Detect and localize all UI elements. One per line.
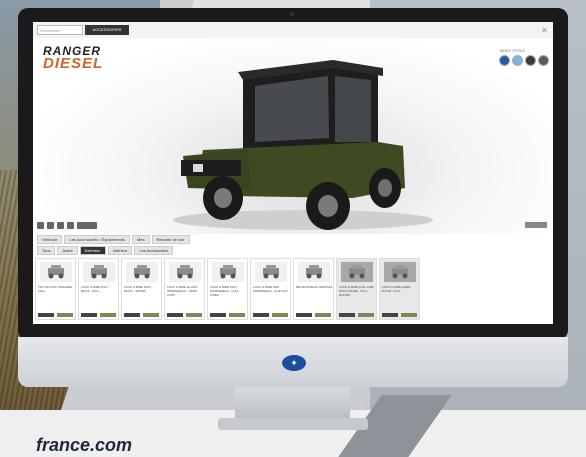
product-add-button[interactable] [401, 313, 417, 317]
top-bar: Rechercher ACCESSOIRES × [33, 22, 553, 38]
rotate-right-icon[interactable] [47, 222, 54, 229]
category-tab[interactable]: Extérieur [79, 246, 106, 255]
nav-tab[interactable]: Résumé de vue [151, 235, 190, 244]
polaris-star-icon: ✦ [282, 355, 306, 371]
search-input[interactable]: Rechercher [37, 25, 83, 35]
product-thumbnail [212, 262, 244, 282]
product-name: LOCK & RIDE PRO WINDSHIELD - FLIP OUT [253, 285, 288, 293]
product-info-button[interactable] [296, 313, 312, 317]
category-tab[interactable]: Intérieur [107, 246, 133, 255]
product-add-button[interactable] [315, 313, 331, 317]
color-swatches [499, 55, 549, 66]
product-add-button[interactable] [100, 313, 116, 317]
product-card[interactable]: RETROVISEUR CENTRAL [293, 258, 334, 320]
product-thumbnail [126, 262, 158, 282]
vehicle-illustration [173, 60, 433, 230]
product-thumbnail [298, 262, 330, 282]
nav-tab[interactable]: Mes [131, 235, 150, 244]
product-info-button[interactable] [210, 313, 226, 317]
footer-url: france.com [36, 435, 133, 455]
product-info-button[interactable] [167, 313, 183, 317]
color-swatch[interactable] [538, 55, 549, 66]
product-add-button[interactable] [186, 313, 202, 317]
zoom-icon[interactable] [57, 222, 64, 229]
monitor-foot [218, 418, 368, 430]
product-thumbnail [341, 262, 373, 282]
product-list: TOIT EN POLY RANGER - FULL LOCK & RIDE PO… [35, 258, 420, 320]
monitor-stand [235, 387, 350, 422]
product-name: TOIT EN POLY RANGER - FULL [38, 285, 74, 293]
category-tab[interactable]: Les Accessoires [134, 246, 174, 255]
rotate-left-icon[interactable] [37, 222, 44, 229]
product-card[interactable]: LOCK & RIDE GLASS WINDSHIELD - HARD COAT [164, 258, 205, 320]
product-add-button[interactable] [229, 313, 245, 317]
product-card[interactable]: LOCK & RIDE POLY WINDSHIELD - FULL FIXED [207, 258, 248, 320]
close-icon[interactable]: × [542, 25, 547, 35]
nav-tab[interactable]: Les Accessoires / Équipements [64, 235, 130, 244]
product-card[interactable]: LOCK & RIDE FULL CAB - ENCLOSURE - FULL … [336, 258, 377, 320]
brand-line2: DIESEL [43, 55, 104, 72]
color-swatch[interactable] [525, 55, 536, 66]
product-add-button[interactable] [57, 313, 73, 317]
product-name: LOCK & RIDE POLY WINDSHIELD - FULL FIXED [210, 285, 239, 297]
product-add-button[interactable] [143, 313, 159, 317]
reset-icon[interactable] [67, 222, 74, 229]
product-name: LOCK & RIDE FULL CAB - ENCLOSURE - FULL … [339, 285, 375, 297]
product-info-button[interactable] [124, 313, 140, 317]
category-tab[interactable]: Tous [37, 246, 56, 255]
category-tabs: Tous Avant Extérieur Intérieur Les Acces… [37, 246, 174, 255]
product-name: LOCK & RIDE GLASS WINDSHIELD - HARD COAT [167, 285, 198, 297]
product-thumbnail [40, 262, 72, 282]
vehicle-3d-viewer[interactable] [33, 38, 553, 234]
product-card[interactable]: LOCK & RIDE POLY ROOF - SPORT [121, 258, 162, 320]
viewer-controls [37, 222, 97, 229]
product-thumbnail [255, 262, 287, 282]
product-thumbnail [384, 262, 416, 282]
accessories-button[interactable]: ACCESSOIRES [85, 25, 129, 35]
category-tab[interactable]: Avant [57, 246, 78, 255]
product-add-button[interactable] [358, 313, 374, 317]
fullscreen-button[interactable] [525, 222, 547, 228]
monitor-camera [290, 12, 294, 16]
swatches-label: BODY STYLE [500, 48, 526, 53]
view-toggle-button[interactable] [77, 222, 97, 229]
brand-logo: RANGER DIESEL [43, 45, 104, 72]
product-name: LOCK & RIDE HARD DOOR - FULL [382, 285, 411, 293]
product-info-button[interactable] [339, 313, 355, 317]
screen: Rechercher ACCESSOIRES × RANGER DIESEL B… [33, 22, 553, 324]
nav-tab[interactable]: Véhicule [37, 235, 63, 244]
color-swatch[interactable] [499, 55, 510, 66]
product-card[interactable]: LOCK & RIDE POLY ROOF - FULL [78, 258, 119, 320]
nav-tabs: Véhicule Les Accessoires / Équipements M… [37, 235, 190, 244]
color-swatch[interactable] [512, 55, 523, 66]
product-card[interactable]: TOIT EN POLY RANGER - FULL [35, 258, 76, 320]
product-add-button[interactable] [272, 313, 288, 317]
product-thumbnail [83, 262, 115, 282]
product-info-button[interactable] [81, 313, 97, 317]
product-name: LOCK & RIDE POLY ROOF - FULL [81, 285, 109, 293]
product-info-button[interactable] [38, 313, 54, 317]
product-card[interactable]: LOCK & RIDE PRO WINDSHIELD - FLIP OUT [250, 258, 291, 320]
product-info-button[interactable] [253, 313, 269, 317]
product-name: LOCK & RIDE POLY ROOF - SPORT [124, 285, 152, 293]
product-name: RETROVISEUR CENTRAL [296, 285, 333, 289]
product-card[interactable]: LOCK & RIDE HARD DOOR - FULL [379, 258, 420, 320]
product-info-button[interactable] [382, 313, 398, 317]
product-thumbnail [169, 262, 201, 282]
